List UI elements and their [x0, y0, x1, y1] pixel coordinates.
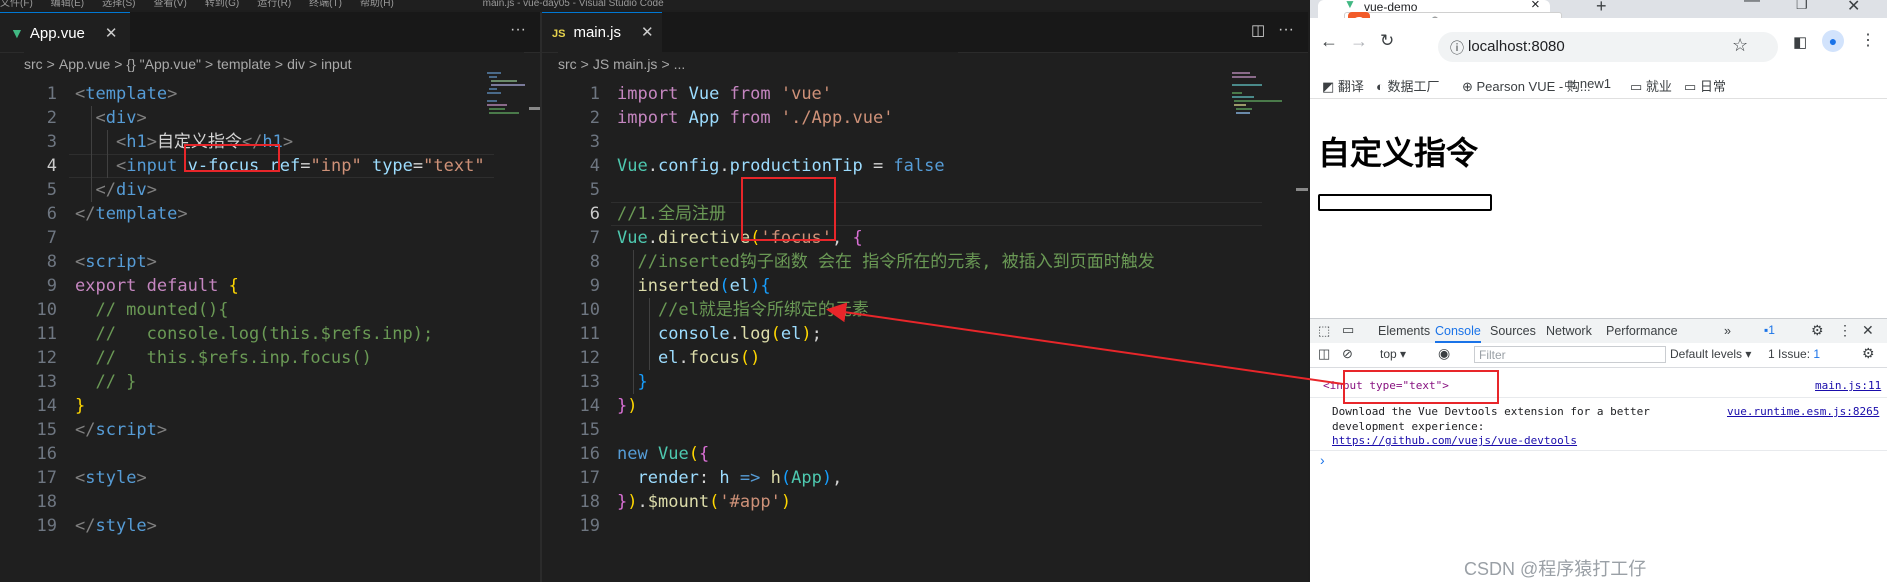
watermark: CSDN @程序猿打工仔	[1464, 559, 1647, 579]
annotation-arrow	[826, 302, 1344, 385]
